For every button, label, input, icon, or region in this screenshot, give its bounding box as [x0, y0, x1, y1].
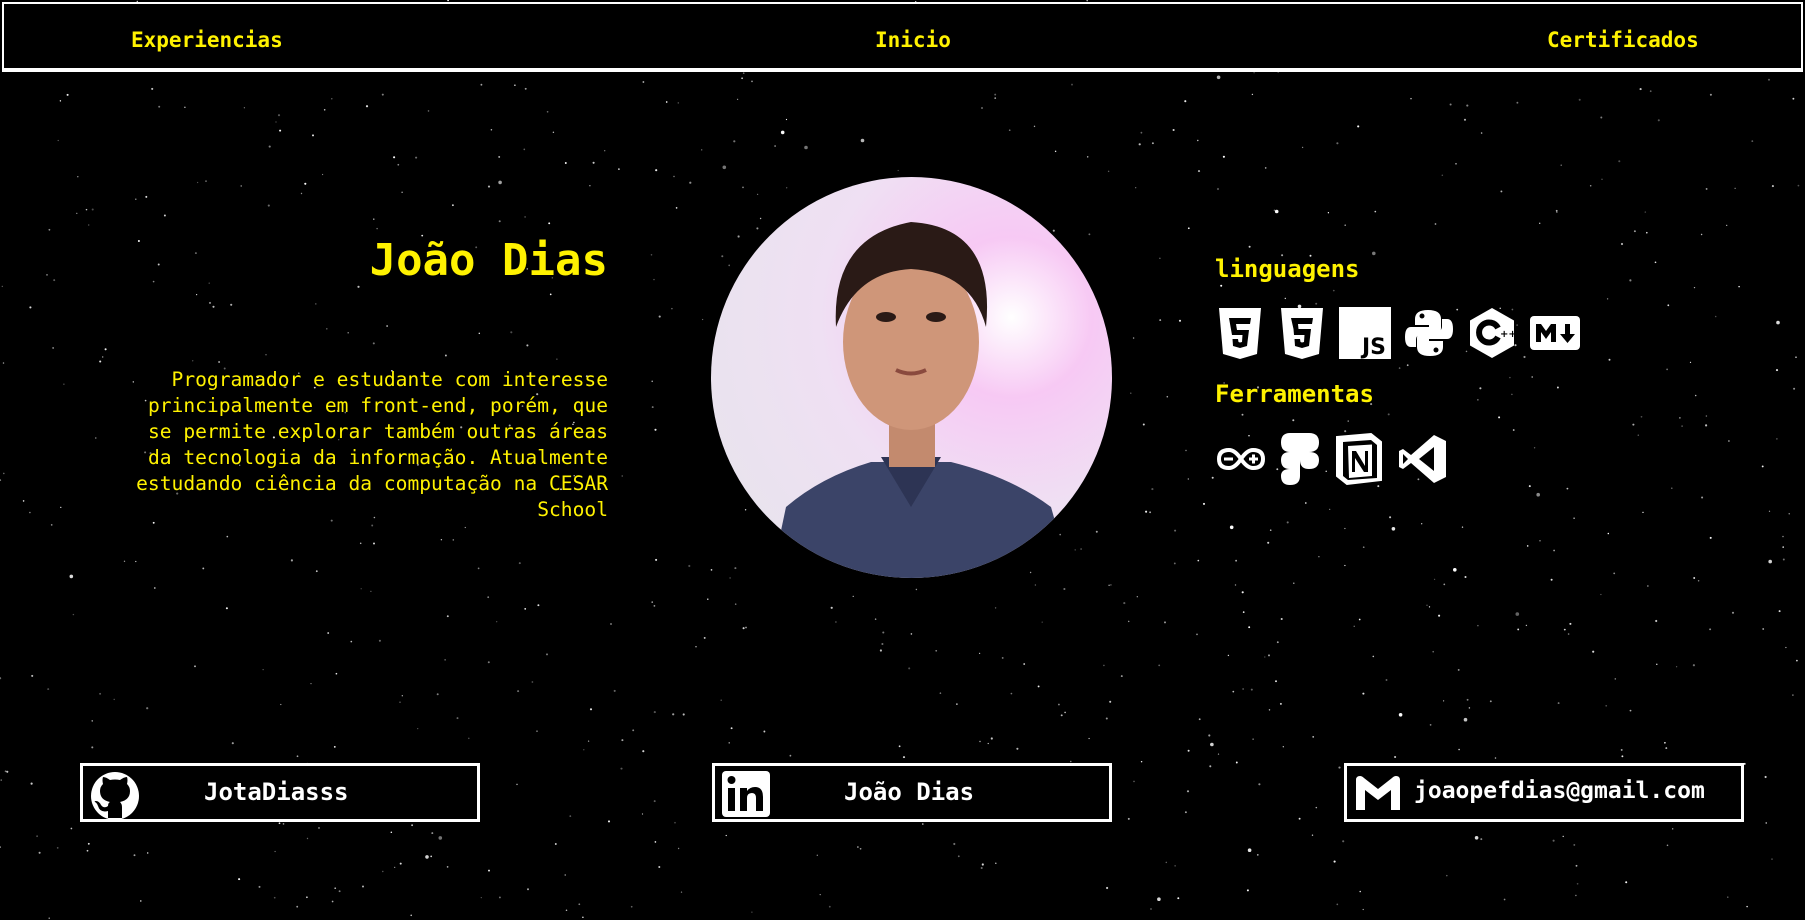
linkedin-contact-button[interactable]: João Dias [712, 763, 1112, 822]
github-icon [91, 772, 139, 820]
html5-icon [1219, 308, 1261, 359]
tools-icon-row [1215, 432, 1449, 486]
top-navbar: Experiencias Inicio Certificados [2, 2, 1803, 72]
linkedin-icon [722, 771, 770, 817]
svg-text:++: ++ [1500, 329, 1517, 340]
python-icon [1405, 310, 1453, 356]
nav-link-certificados[interactable]: Certificados [1547, 28, 1699, 52]
cpp-icon: ++ [1470, 308, 1517, 358]
languages-title: linguagens [1215, 255, 1360, 283]
linkedin-name: João Dias [844, 778, 975, 806]
github-username: JotaDiasss [204, 778, 349, 806]
nav-link-inicio[interactable]: Inicio [875, 28, 951, 52]
javascript-icon: JS [1339, 307, 1391, 359]
github-contact-button[interactable]: JotaDiasss [80, 763, 480, 822]
email-contact-button[interactable]: joaopefdias@gmail.com [1344, 763, 1744, 822]
arduino-icon [1216, 447, 1266, 471]
gmail-icon [1356, 776, 1400, 810]
tools-title: Ferramentas [1215, 380, 1374, 408]
markdown-icon [1530, 316, 1580, 350]
avatar [711, 177, 1112, 578]
profile-bio: Programador e estudante com interesse pr… [136, 368, 608, 521]
email-address: joaopefdias@gmail.com [1414, 778, 1705, 804]
notion-icon [1336, 432, 1382, 486]
nav-link-experiencias[interactable]: Experiencias [131, 28, 283, 52]
vscode-icon [1399, 435, 1446, 483]
figma-icon [1281, 433, 1319, 485]
languages-icon-row: JS ++ [1215, 306, 1581, 360]
css3-icon [1281, 308, 1323, 359]
profile-name: João Dias [369, 235, 608, 286]
svg-text:JS: JS [1360, 335, 1386, 359]
